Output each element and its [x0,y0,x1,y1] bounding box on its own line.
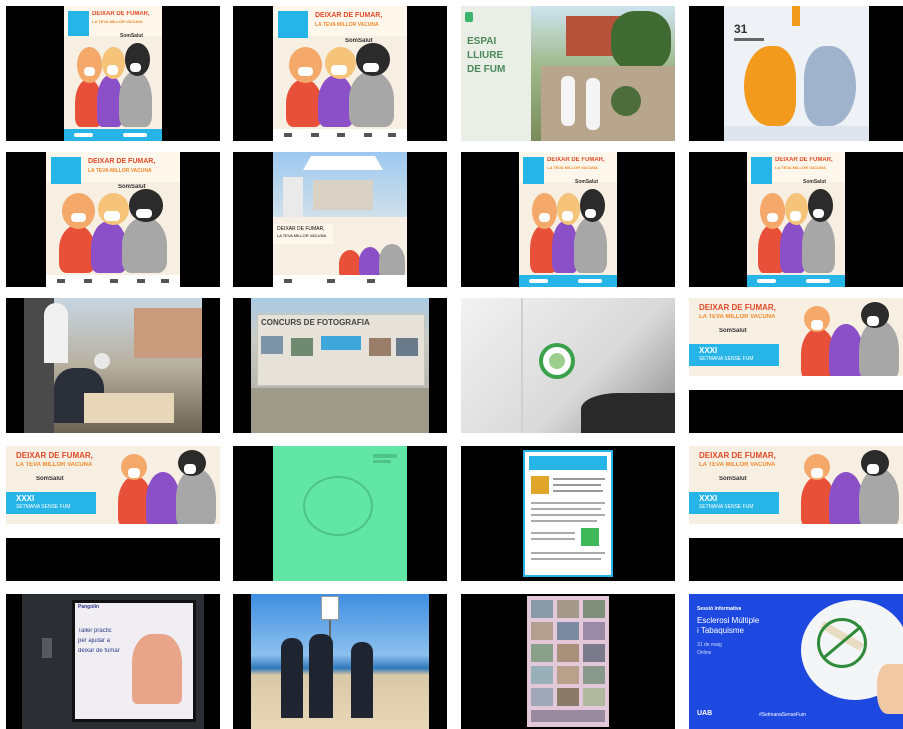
thumbnail-poster-4[interactable]: DEIXAR DE FUMAR, LA TEVA MILLOR VACUNA S… [461,152,675,287]
poster-landscape-image: DEIXAR DE FUMAR, LA TEVA MILLOR VACUNA S… [689,446,903,538]
slide-text-1: Taller pràctic [78,628,112,634]
stand-poster-image: DEIXAR DE FUMAR, LA TEVA MILLOR VACUNA [273,152,407,287]
poster-image: DEIXAR DE FUMAR, LA TEVA MILLOR VACUNA S… [747,152,845,287]
poster-week-sub: SETMANA SENSE FUM [699,356,754,362]
poster-title: DEIXAR DE FUMAR, [277,226,325,232]
photo-beach [251,594,429,729]
thumbnail-lung-poster[interactable]: 31 [689,6,903,141]
thumbnail-poster-landscape-2[interactable]: DEIXAR DE FUMAR, LA TEVA MILLOR VACUNA S… [6,446,220,581]
thumbnail-poster-1[interactable]: DEIXAR DE FUMAR, LA TEVA MILLOR VACUNA S… [6,6,220,141]
thumbnail-photo-exhibition[interactable]: CONCURS DE FOTOGRAFIA [233,298,447,433]
thumbnail-photo-smoke-free-space[interactable]: ESPAI LLIURE DE FUM [461,6,675,141]
green-card-image [273,446,407,581]
exhibition-banner: CONCURS DE FOTOGRAFIA [261,318,370,327]
thumbnail-poster-2[interactable]: DEIXAR DE FUMAR, LA TEVA MILLOR VACUNA S… [233,6,447,141]
thumbnail-photo-stand-table[interactable] [6,298,220,433]
thumbnail-photo-beach[interactable] [233,594,447,729]
photo-garden: ESPAI LLIURE DE FUM [461,6,675,141]
webinar-hashtag: #SetmanaSenseFum [759,712,806,718]
poster-title: DEIXAR DE FUMAR, [92,11,150,17]
thumbnail-photo-stand-poster[interactable]: DEIXAR DE FUMAR, LA TEVA MILLOR VACUNA [233,152,447,287]
slide-text-3: deixar de fumar [78,648,120,654]
poster-subtitle: LA TEVA MILLOR VACUNA [315,22,379,28]
poster-subtitle: LA TEVA MILLOR VACUNA [699,314,776,320]
poster-week: XXXI [699,346,718,355]
poster-brand: SomSalut [575,179,599,185]
thumbnail-photo-badge[interactable] [461,298,675,433]
poster-image: DEIXAR DE FUMAR, LA TEVA MILLOR VACUNA S… [46,152,180,287]
poster-subtitle: LA TEVA MILLOR VACUNA [547,165,598,170]
banner-text-2: LLIURE [467,50,504,61]
poster-title: DEIXAR DE FUMAR, [775,157,833,163]
webinar-date: 31 de maig [697,642,722,648]
webinar-logo: UAB [697,710,713,717]
poster-landscape-image: DEIXAR DE FUMAR, LA TEVA MILLOR VACUNA S… [689,298,903,390]
poster-subtitle: LA TEVA MILLOR VACUNA [16,462,93,468]
poster-title: DEIXAR DE FUMAR, [699,451,776,460]
poster-subtitle: LA TEVA MILLOR VACUNA [775,165,826,170]
webinar-image: Sessió informativa Esclerosi Múltiple i … [689,594,903,729]
thumbnail-grid: DEIXAR DE FUMAR, LA TEVA MILLOR VACUNA S… [0,0,903,729]
poster-week: XXXI [699,494,718,503]
poster-subtitle: LA TEVA MILLOR VACUNA [92,19,143,24]
poster-week-sub: SETMANA SENSE FUM [16,504,71,510]
lung-poster-image: 31 [724,6,869,141]
poster-title: DEIXAR DE FUMAR, [88,158,156,165]
poster-day: 31 [734,22,748,36]
slide-text-2: per ajudar a [78,638,111,644]
poster-week-sub: SETMANA SENSE FUM [699,504,754,510]
poster-title: DEIXAR DE FUMAR, [16,451,93,460]
poster-title: DEIXAR DE FUMAR, [315,12,383,19]
slide-brand: Pangolin [78,604,100,610]
webinar-kicker: Sessió informativa [697,606,742,612]
document-page [523,450,613,577]
thumbnail-photo-collage[interactable] [461,594,675,729]
poster-image: DEIXAR DE FUMAR, LA TEVA MILLOR VACUNA S… [519,152,617,287]
thumbnail-poster-landscape-3[interactable]: DEIXAR DE FUMAR, LA TEVA MILLOR VACUNA S… [689,446,903,581]
poster-brand: SomSalut [803,179,827,185]
thumbnail-webinar-banner[interactable]: Sessió informativa Esclerosi Múltiple i … [689,594,903,729]
thumbnail-photo-presentation-screen[interactable]: Pangolin Taller pràctic per ajudar a dei… [6,594,220,729]
thumbnail-poster-5[interactable]: DEIXAR DE FUMAR, LA TEVA MILLOR VACUNA S… [689,152,903,287]
webinar-time: Online [697,650,712,656]
poster-brand: SomSalut [719,476,747,482]
thumbnail-poster-landscape-1[interactable]: DEIXAR DE FUMAR, LA TEVA MILLOR VACUNA S… [689,298,903,433]
poster-title: DEIXAR DE FUMAR, [547,157,605,163]
photo-stand [24,298,202,433]
photo-lab-coat-badge [461,298,675,433]
banner-text-3: DE FUM [467,64,506,75]
poster-brand: SomSalut [719,328,747,334]
poster-image: DEIXAR DE FUMAR, LA TEVA MILLOR VACUNA S… [64,6,162,141]
poster-landscape-image: DEIXAR DE FUMAR, LA TEVA MILLOR VACUNA S… [6,446,220,538]
photo-exhibition: CONCURS DE FOTOGRAFIA [251,298,429,433]
poster-subtitle: LA TEVA MILLOR VACUNA [88,168,152,174]
poster-week: XXXI [16,494,35,503]
webinar-title-2: i Tabaquisme [697,626,744,635]
poster-subtitle: LA TEVA MILLOR VACUNA [277,233,327,238]
thumbnail-poster-3[interactable]: DEIXAR DE FUMAR, LA TEVA MILLOR VACUNA S… [6,152,220,287]
poster-title: DEIXAR DE FUMAR, [699,303,776,312]
webinar-title-1: Esclerosi Múltiple [697,616,760,625]
poster-brand: SomSalut [120,33,144,39]
poster-brand: SomSalut [36,476,64,482]
banner-text-1: ESPAI [467,36,497,47]
photo-presentation: Pangolin Taller pràctic per ajudar a dei… [22,594,204,729]
thumbnail-green-card[interactable] [233,446,447,581]
poster-image: DEIXAR DE FUMAR, LA TEVA MILLOR VACUNA S… [273,6,407,141]
poster-subtitle: LA TEVA MILLOR VACUNA [699,462,776,468]
photo-collage [527,596,609,727]
thumbnail-document[interactable] [461,446,675,581]
